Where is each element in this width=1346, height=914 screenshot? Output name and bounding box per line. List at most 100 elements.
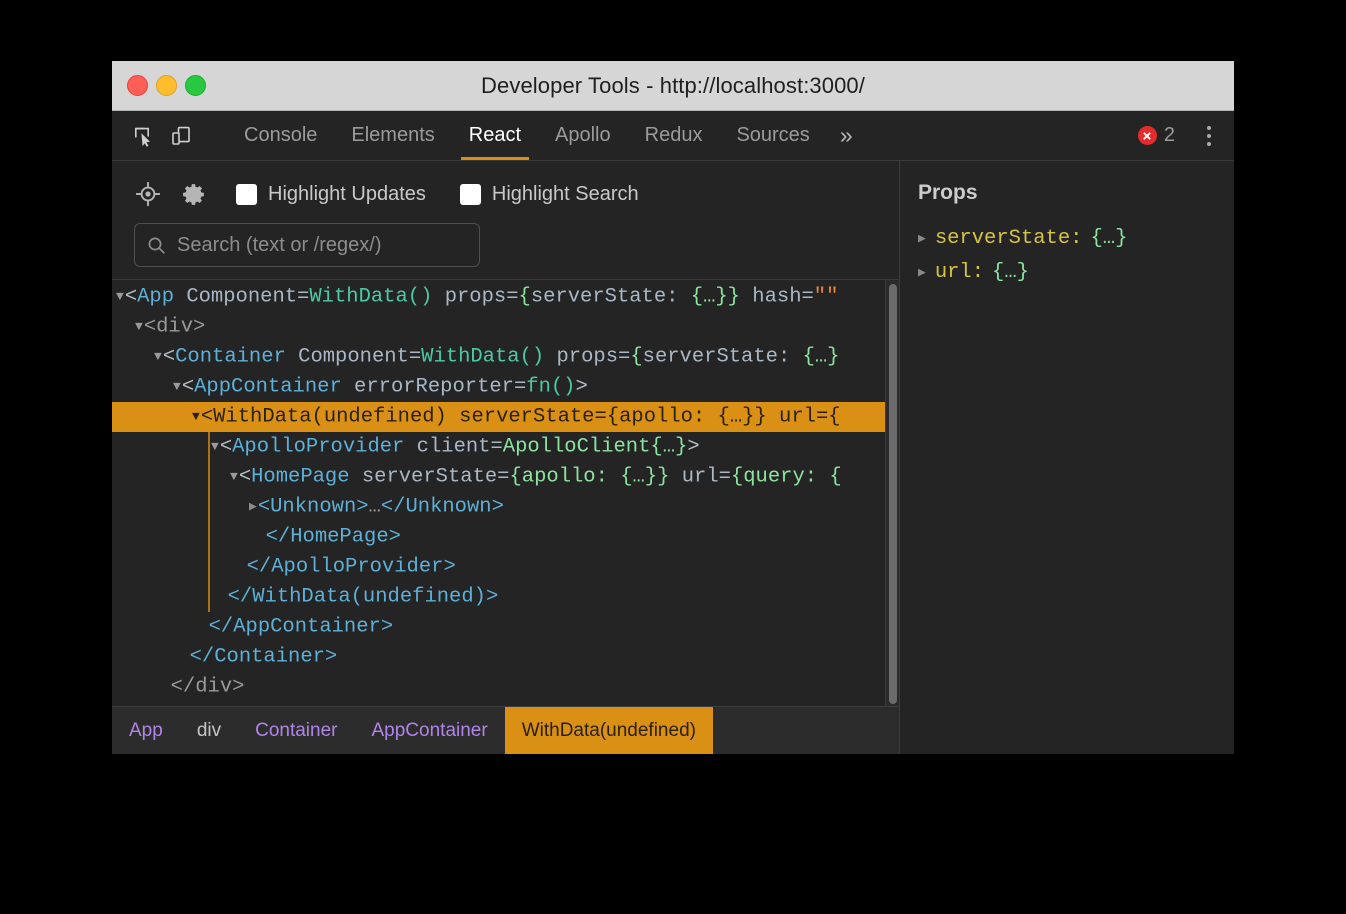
tree-token: Component= [285,345,422,369]
tree-token: <div> [143,315,206,339]
expand-arrow-open-icon[interactable]: ▼ [154,342,162,372]
tree-token: App [137,285,175,309]
search-input[interactable] [175,232,467,258]
more-tabs-chevron-icon[interactable]: » [827,111,866,160]
tree-token: props= [544,345,631,369]
arrow-placeholder [135,702,151,706]
settings-gear-icon[interactable] [178,178,210,210]
tree-token: <Unknown> [257,495,369,519]
expand-arrow-open-icon[interactable]: ▼ [230,462,238,492]
tree-row[interactable]: ▼<ApolloProvider client=ApolloClient{…}> [112,432,899,462]
expand-arrow-open-icon[interactable]: ▼ [173,372,181,402]
checkbox-box[interactable] [459,183,481,205]
tree-row[interactable]: ▼<div> [112,312,899,342]
expand-arrow-open-icon[interactable]: ▼ [192,402,200,432]
prop-row[interactable]: ▶ url: {…} [900,255,1234,289]
arrow-placeholder [192,612,208,642]
breadcrumb-item[interactable]: Container [238,707,354,754]
prop-value: {…} [1090,226,1128,250]
tree-row[interactable]: </WithData(undefined)> [112,582,899,612]
highlight-updates-checkbox[interactable]: Highlight Updates [236,183,426,206]
tree-row[interactable]: </AppContainer> [112,612,899,642]
highlight-search-checkbox[interactable]: Highlight Search [459,183,639,206]
tree-row[interactable]: ▼<AppContainer errorReporter=fn()> [112,372,899,402]
breadcrumb-item[interactable]: App [112,707,180,754]
tree-token: hash= [739,285,814,309]
tree-row[interactable]: </ApolloProvider> [112,552,899,582]
tree-vertical-scrollbar[interactable] [885,280,899,706]
tab-apollo[interactable]: Apollo [538,111,628,160]
tree-token: </Container> [189,645,338,669]
prop-key: url [934,260,972,284]
arrow-placeholder [230,552,246,582]
expand-arrow-closed-icon[interactable]: ▶ [249,492,257,522]
inspect-element-icon[interactable] [130,122,157,149]
tab-sources[interactable]: Sources [719,111,826,160]
vertical-dots-menu-icon[interactable] [1198,125,1220,146]
tree-row[interactable]: ▼<WithData(undefined) serverState={apoll… [112,402,899,432]
tree-token: < [181,375,195,399]
device-toolbar-icon[interactable] [167,122,194,149]
expand-arrow-open-icon[interactable]: ▼ [116,282,124,312]
tree-token: </ApolloProvider> [246,555,456,579]
error-count: 2 [1163,124,1175,146]
error-badge[interactable]: 2 [1137,124,1175,147]
breadcrumb-item[interactable]: WithData(undefined) [504,707,713,754]
props-list: ▶ serverState: {…} ▶ url: {…} [900,221,1234,289]
tab-console[interactable]: Console [227,111,334,160]
tree-token: <WithData(undefined) [200,405,447,429]
tree-token: < [238,465,252,489]
prop-key: serverState [934,226,1071,250]
breadcrumb-item[interactable]: div [180,707,238,754]
error-circle-x-icon [1137,126,1157,145]
tree-token: client= [404,435,503,459]
devtools-tabstrip: Console Elements React Apollo Redux Sour… [112,111,1234,161]
devtools-body: Highlight Updates Highlight Search Searc… [112,161,1234,754]
select-target-icon[interactable] [132,178,164,210]
prop-expand-arrow-icon[interactable]: ▶ [918,265,926,280]
tree-scrollbar-thumb[interactable] [889,284,897,704]
tree-token: > [687,435,700,459]
tree-row[interactable]: </Container> [112,642,899,672]
tab-redux[interactable]: Redux [628,111,720,160]
tree-row[interactable]: ▼<App Component=WithData() props={server… [112,282,899,312]
tree-token: </AppContainer> [208,615,394,639]
tree-token: errorReporter= [341,375,527,399]
tree-token: </div> [170,675,245,699]
prop-colon: : [1070,226,1083,250]
tree-token: > [575,375,588,399]
tree-row[interactable]: </div> [112,672,899,702]
react-toolbar-row: Highlight Updates Highlight Search [112,175,899,213]
devtools-window: Developer Tools - http://localhost:3000/… [112,61,1234,754]
tabstrip-left-icons [112,111,227,160]
props-panel: Props ▶ serverState: {…} ▶ url: {…} [900,161,1234,754]
tab-elements[interactable]: Elements [334,111,451,160]
prop-row[interactable]: ▶ serverState: {…} [900,221,1234,255]
expand-arrow-open-icon[interactable]: ▼ [135,312,143,342]
tree-token: ApolloClient{…} [502,435,688,459]
tree-token: HomePage [251,465,350,489]
react-toolbar: Highlight Updates Highlight Search [112,161,899,279]
tree-row[interactable]: ▼<HomePage serverState={apollo: {…}} url… [112,462,899,492]
breadcrumb: App div Container AppContainer WithData(unde… [112,706,899,754]
tree-row[interactable]: </HomePage> [112,522,899,552]
tree-token: serverState: [642,345,803,369]
search-box[interactable] [134,223,480,267]
prop-expand-arrow-icon[interactable]: ▶ [918,231,926,246]
tree-token: props= [432,285,519,309]
tree-row[interactable]: ▼<Container Component=WithData() props={… [112,342,899,372]
tree-token: {…} [802,345,840,369]
tree-row[interactable]: ▶<Unknown>…</Unknown> [112,492,899,522]
expand-arrow-open-icon[interactable]: ▼ [211,432,219,462]
tabstrip-right-controls: 2 [1137,111,1234,160]
tree-row[interactable]: </App> [112,702,899,707]
checkbox-box[interactable] [236,183,257,205]
tree-token: serverState= [349,465,510,489]
tab-react[interactable]: React [452,111,538,160]
search-row [112,213,899,279]
tree-token: url= [766,405,829,429]
react-component-tree[interactable]: ▼<App Component=WithData() props={server… [112,280,899,706]
tree-token: fn() [526,375,576,399]
breadcrumb-item[interactable]: AppContainer [355,707,505,754]
tree-token: </Unknown> [380,495,504,519]
